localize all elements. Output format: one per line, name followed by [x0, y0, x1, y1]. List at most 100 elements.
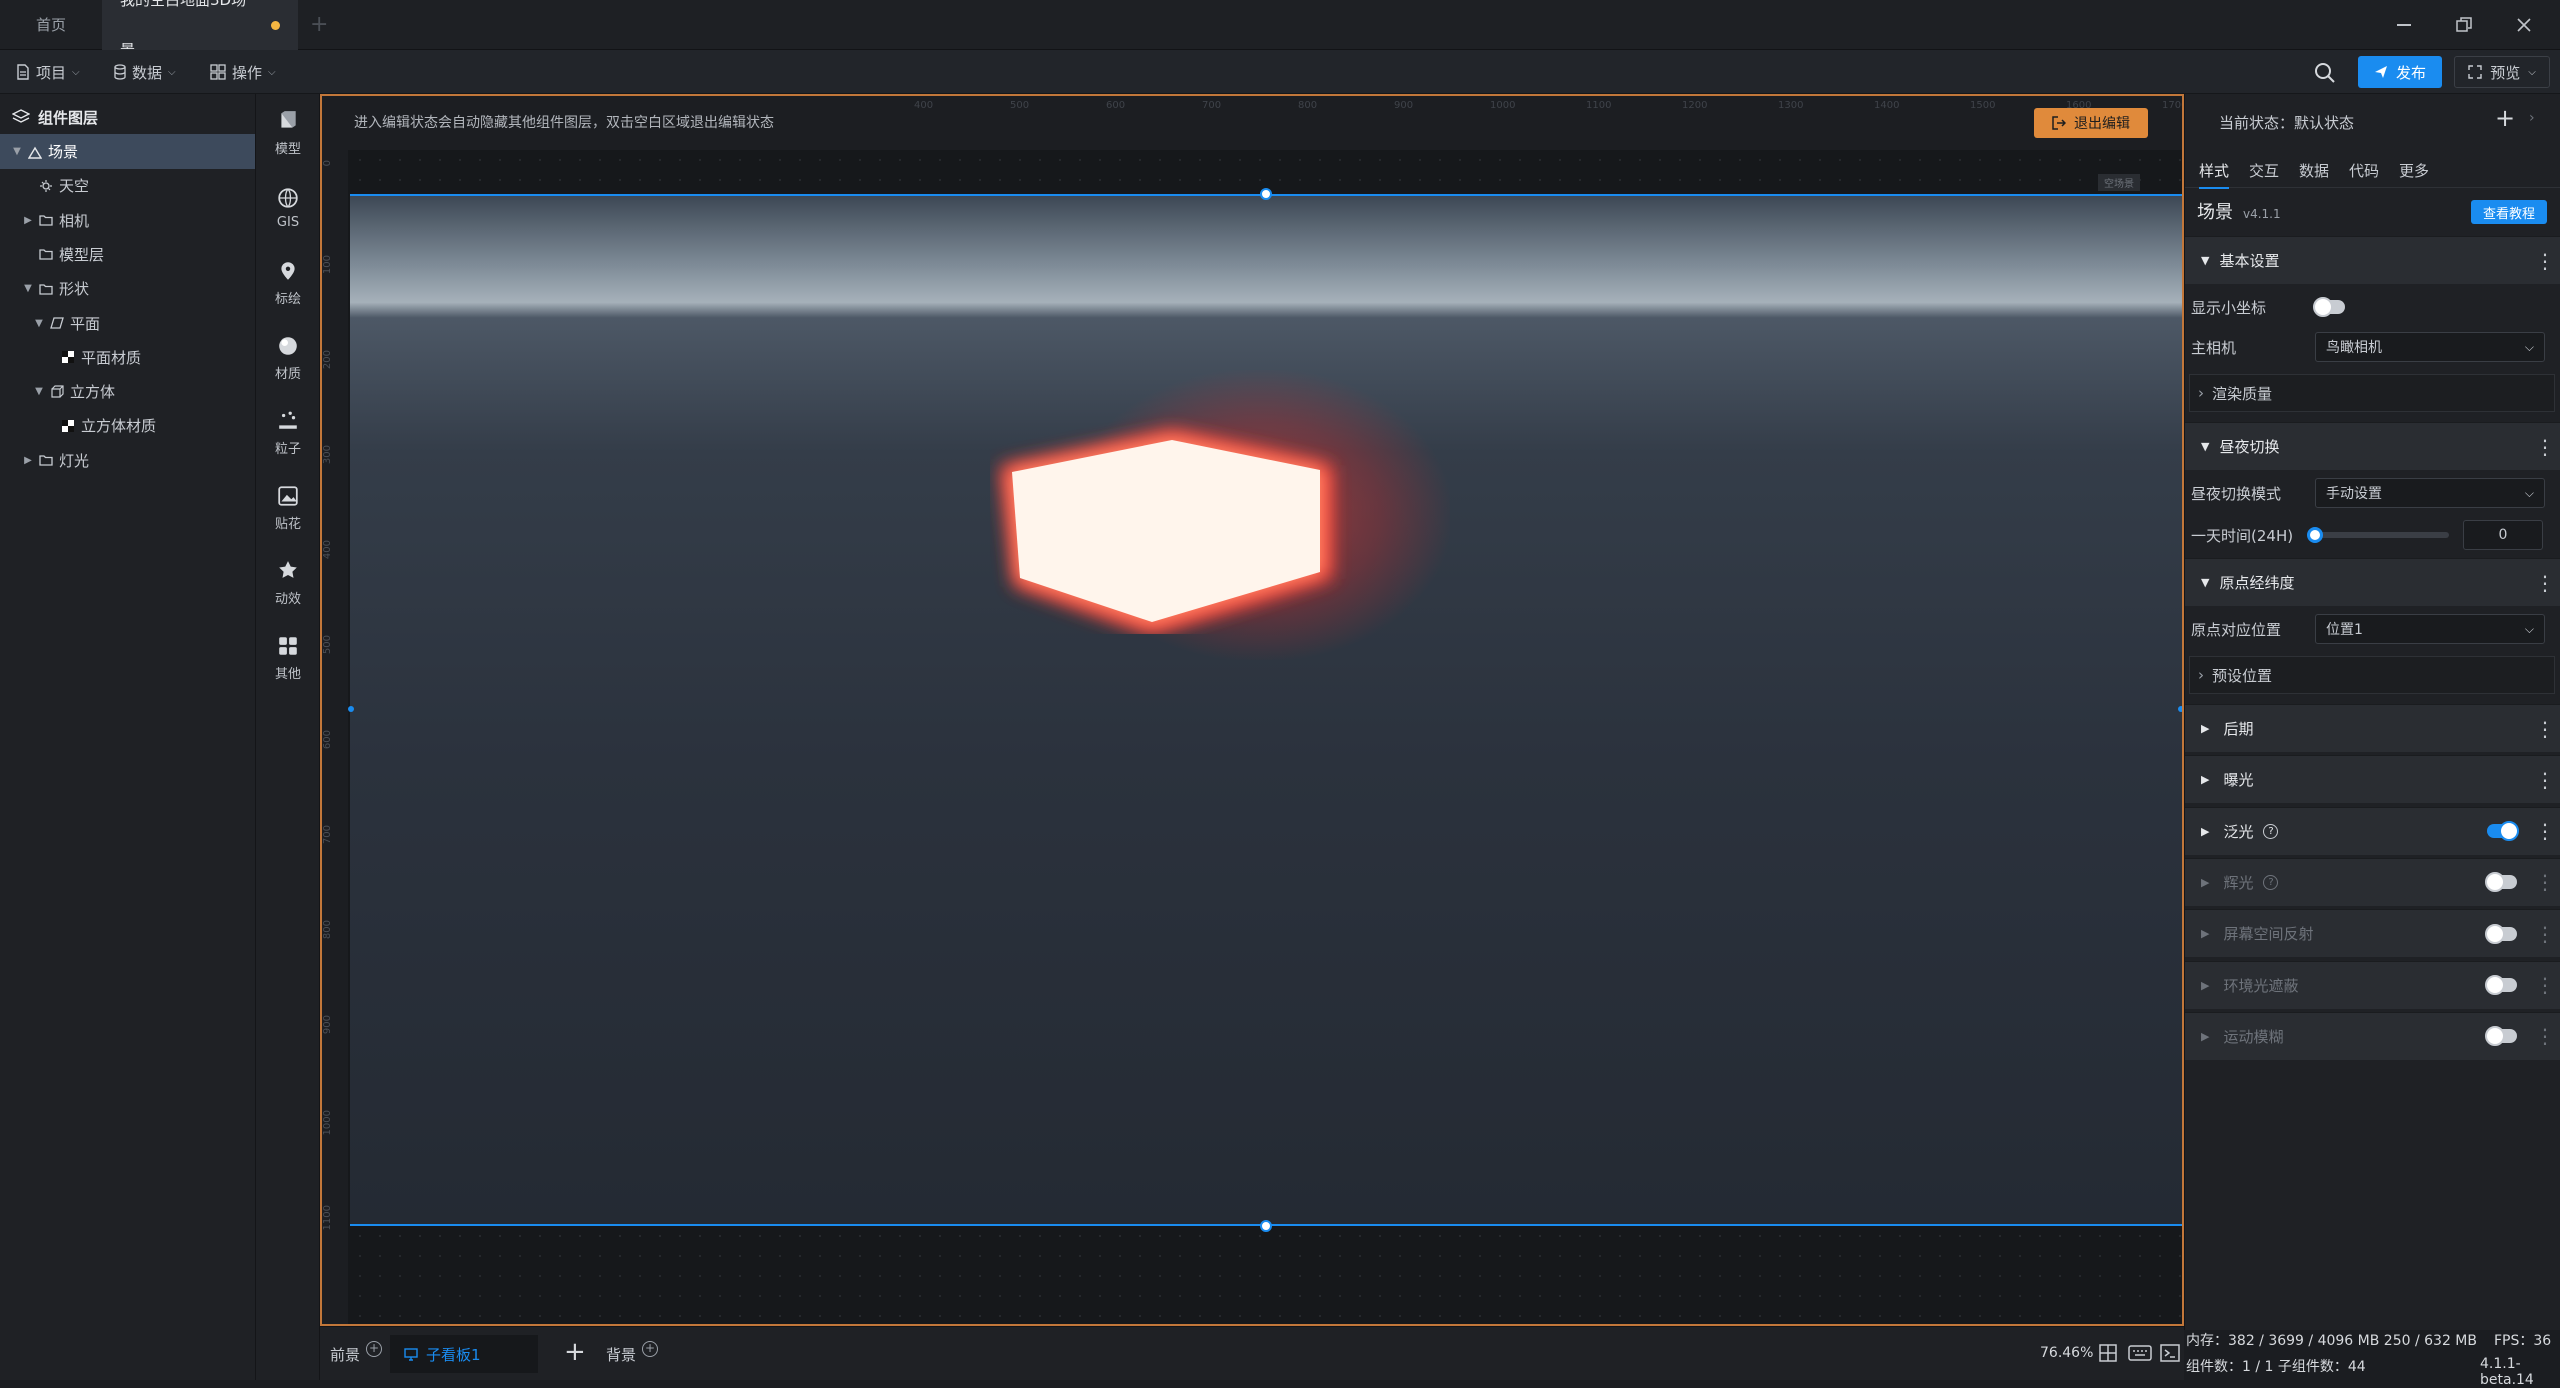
background-board[interactable]: 背景 + — [606, 1339, 659, 1369]
resize-handle-left[interactable] — [348, 706, 354, 712]
section-title: 昼夜切换 — [2219, 438, 2280, 456]
prop-tab[interactable]: 样式 — [2199, 160, 2230, 189]
tool-globe[interactable]: GIS — [256, 173, 320, 243]
chevron-right-icon[interactable]: › — [2529, 110, 2535, 126]
section-toggle[interactable] — [2487, 821, 2519, 842]
more-vertical-icon[interactable]: ⋮ — [2535, 437, 2555, 457]
more-vertical-icon[interactable]: ⋮ — [2535, 251, 2555, 271]
folder-icon — [39, 453, 53, 467]
resize-handle-top[interactable] — [1260, 188, 1272, 200]
day-time-slider[interactable] — [2307, 527, 2449, 543]
show-axis-toggle[interactable] — [2313, 297, 2345, 317]
tutorial-button[interactable]: 查看教程 — [2471, 200, 2547, 224]
section-header[interactable]: ▶ 运动模糊 ⋮ — [2185, 1011, 2560, 1060]
tool-model[interactable]: 模型 — [256, 98, 320, 168]
caret-down-icon[interactable]: ▼ — [32, 386, 46, 397]
more-vertical-icon[interactable]: ⋮ — [2535, 1026, 2555, 1046]
section-toggle[interactable] — [2485, 975, 2517, 995]
restore-icon[interactable] — [2434, 0, 2494, 50]
day-time-input[interactable]: 0 — [2463, 520, 2543, 550]
layer-item[interactable]: ▼ 形状 — [0, 271, 255, 306]
menu-operation[interactable]: 操作 ⌵ — [210, 50, 276, 94]
add-board-button[interactable]: + — [564, 1337, 586, 1367]
layer-item[interactable]: 模型层 — [0, 237, 255, 272]
sphere-icon — [277, 335, 299, 357]
more-vertical-icon[interactable]: ⋮ — [2535, 719, 2555, 739]
ruler-tick-label: 1100 — [1586, 100, 1612, 111]
terminal-icon[interactable] — [2160, 1343, 2180, 1363]
prop-tab[interactable]: 交互 — [2249, 160, 2279, 181]
section-toggle[interactable] — [2485, 923, 2517, 944]
caret-down-icon[interactable]: ▼ — [21, 283, 35, 294]
section-header[interactable]: ▶ 辉光? ⋮ — [2185, 857, 2560, 906]
tab-scene[interactable]: 我的空白地面3D场景 — [102, 0, 298, 59]
caret-right-icon[interactable]: ▶ — [21, 455, 35, 466]
keyboard-icon[interactable] — [2128, 1343, 2152, 1363]
layer-item[interactable]: ▼ 立方体 — [0, 374, 255, 409]
exit-edit-button[interactable]: 退出编辑 — [2034, 108, 2148, 138]
layer-item[interactable]: ▼ 场景 — [0, 134, 255, 169]
layer-item[interactable]: ▼ 平面 — [0, 306, 255, 341]
foreground-board[interactable]: 前景 + — [330, 1339, 383, 1369]
section-origin[interactable]: ▼ 原点经纬度 ⋮ — [2185, 558, 2560, 606]
caret-down-icon[interactable]: ▼ — [10, 146, 24, 157]
tool-sphere[interactable]: 材质 — [256, 323, 320, 393]
minimize-icon[interactable] — [2374, 0, 2434, 50]
canvas-area[interactable]: 进入编辑状态会自动隐藏其他组件图层，双击空白区域退出编辑状态 退出编辑 400 5… — [320, 94, 2184, 1326]
section-day-night[interactable]: ▼ 昼夜切换 ⋮ — [2185, 422, 2560, 470]
more-vertical-icon[interactable]: ⋮ — [2535, 924, 2555, 944]
section-toggle[interactable] — [2485, 1026, 2517, 1047]
tool-grid[interactable]: 其他 — [256, 623, 320, 693]
subboard-tab[interactable]: 子看板1 — [390, 1335, 538, 1373]
add-circle-icon[interactable]: + — [642, 1341, 659, 1357]
add-state-button[interactable]: + — [2495, 104, 2515, 132]
menu-data[interactable]: 数据 ⌵ — [114, 50, 176, 94]
close-icon[interactable] — [2494, 0, 2554, 50]
section-header[interactable]: ▶ 泛光? ⋮ — [2185, 806, 2560, 855]
layer-item[interactable]: 平面材质 — [0, 340, 255, 375]
add-circle-icon[interactable]: + — [366, 1341, 383, 1357]
main-camera-select[interactable]: 鸟瞰相机 ⌵ — [2315, 332, 2545, 362]
more-vertical-icon[interactable]: ⋮ — [2535, 821, 2555, 841]
more-vertical-icon[interactable]: ⋮ — [2535, 872, 2555, 892]
help-icon[interactable]: ? — [2263, 823, 2279, 839]
section-header[interactable]: ▶ 屏幕空间反射 ⋮ — [2185, 909, 2560, 958]
tool-particle[interactable]: 粒子 — [256, 398, 320, 468]
caret-right-icon[interactable]: ▶ — [21, 215, 35, 226]
prop-tab[interactable]: 数据 — [2299, 160, 2329, 181]
layer-item[interactable]: 立方体材质 — [0, 408, 255, 443]
caret-down-icon[interactable]: ▼ — [32, 318, 46, 329]
tool-pin[interactable]: 标绘 — [256, 248, 320, 318]
tool-decal[interactable]: 贴花 — [256, 473, 320, 543]
more-vertical-icon[interactable]: ⋮ — [2535, 573, 2555, 593]
menu-project[interactable]: 项目 ⌵ — [16, 50, 80, 94]
help-icon[interactable]: ? — [2263, 874, 2279, 890]
section-header[interactable]: ▶ 环境光遮蔽 ⋮ — [2185, 960, 2560, 1009]
tab-home[interactable]: 首页 — [18, 0, 84, 50]
layer-item[interactable]: 天空 — [0, 168, 255, 203]
preview-button[interactable]: 预览 ⌵ — [2454, 56, 2550, 88]
section-toggle[interactable] — [2485, 872, 2517, 893]
section-header[interactable]: ▶ 曝光 ⋮ — [2185, 755, 2560, 804]
section-header[interactable]: ▶ 后期 ⋮ — [2185, 704, 2560, 752]
publish-button[interactable]: 发布 — [2358, 56, 2442, 88]
more-vertical-icon[interactable]: ⋮ — [2535, 770, 2555, 790]
new-tab-button[interactable]: + — [310, 0, 328, 50]
current-state[interactable]: 当前状态： 默认状态 — [2219, 112, 2354, 133]
render-quality-group[interactable]: › 渲染质量 — [2189, 374, 2555, 412]
origin-pos-select[interactable]: 位置1 ⌵ — [2315, 614, 2545, 644]
layer-item[interactable]: ▶ 相机 — [0, 203, 255, 238]
prop-tab[interactable]: 更多 — [2399, 160, 2429, 181]
section-basic-settings[interactable]: ▼ 基本设置 ⋮ — [2185, 236, 2560, 284]
layer-item[interactable]: ▶ 灯光 — [0, 443, 255, 478]
more-vertical-icon[interactable]: ⋮ — [2535, 975, 2555, 995]
fit-screen-icon[interactable] — [2098, 1343, 2118, 1363]
tool-effect[interactable]: 动效 — [256, 548, 320, 618]
resize-handle-bottom[interactable] — [1260, 1220, 1272, 1232]
daynight-mode-select[interactable]: 手动设置 ⌵ — [2315, 478, 2545, 508]
prop-tab[interactable]: 代码 — [2349, 160, 2379, 181]
caret-right-icon: ▶ — [2201, 927, 2210, 941]
preset-position-group[interactable]: › 预设位置 — [2189, 656, 2555, 694]
zoom-level[interactable]: 76.46% — [2040, 1345, 2093, 1361]
search-icon[interactable] — [2314, 62, 2336, 84]
